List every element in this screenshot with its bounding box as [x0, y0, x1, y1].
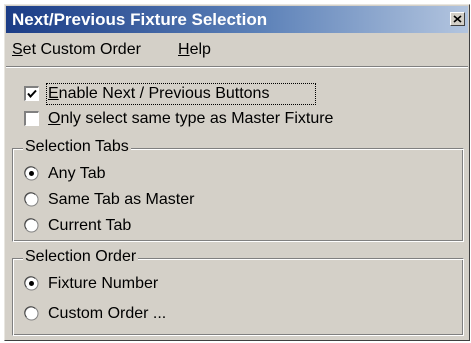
selection-order-title: Selection Order — [23, 248, 139, 266]
enable-buttons-label: Enable Next / Previous Buttons — [48, 85, 270, 102]
menu-set-custom-order-label: Set Custom Order — [12, 41, 141, 58]
check-icon — [27, 89, 37, 99]
radio-same-tab-as-master[interactable]: Same Tab as Master — [24, 189, 274, 211]
close-icon — [453, 15, 462, 23]
selection-tabs-title: Selection Tabs — [23, 138, 131, 156]
radio-dot-icon — [29, 281, 34, 286]
same-tab-as-master-label: Same Tab as Master — [48, 191, 195, 208]
radio-button-icon[interactable] — [24, 192, 39, 207]
radio-button-icon[interactable] — [24, 306, 39, 321]
radio-any-tab[interactable]: Any Tab — [24, 163, 224, 185]
enable-buttons-checkbox[interactable] — [24, 86, 39, 101]
radio-custom-order[interactable]: Custom Order ... — [24, 303, 224, 325]
menu-help[interactable]: Help — [178, 41, 211, 59]
dialog-window: Next/Previous Fixture Selection Set Cust… — [4, 4, 470, 341]
any-tab-label: Any Tab — [48, 165, 106, 182]
radio-button-icon[interactable] — [24, 276, 39, 291]
radio-current-tab[interactable]: Current Tab — [24, 215, 224, 237]
same-type-option[interactable]: Only select same type as Master Fixture — [24, 108, 364, 130]
enable-buttons-option[interactable]: Enable Next / Previous Buttons — [24, 83, 324, 105]
radio-fixture-number[interactable]: Fixture Number — [24, 273, 224, 295]
menu-help-label: Help — [178, 41, 211, 58]
window-title: Next/Previous Fixture Selection — [12, 10, 268, 29]
menu-set-custom-order[interactable]: Set Custom Order — [12, 41, 141, 59]
close-button[interactable] — [450, 12, 465, 26]
menu-separator — [6, 66, 468, 68]
current-tab-label: Current Tab — [48, 217, 132, 234]
selection-order-group: Selection Order Fixture Number Custom Or… — [12, 248, 464, 336]
radio-button-icon[interactable] — [24, 166, 39, 181]
same-type-checkbox[interactable] — [24, 111, 39, 126]
radio-dot-icon — [29, 171, 34, 176]
title-bar[interactable]: Next/Previous Fixture Selection — [6, 6, 468, 33]
custom-order-label: Custom Order ... — [48, 305, 167, 322]
same-type-label: Only select same type as Master Fixture — [48, 110, 334, 127]
selection-tabs-group: Selection Tabs Any Tab Same Tab as Maste… — [12, 138, 464, 242]
menu-bar: Set Custom Order Help — [6, 35, 468, 63]
radio-button-icon[interactable] — [24, 218, 39, 233]
fixture-number-label: Fixture Number — [48, 275, 159, 292]
